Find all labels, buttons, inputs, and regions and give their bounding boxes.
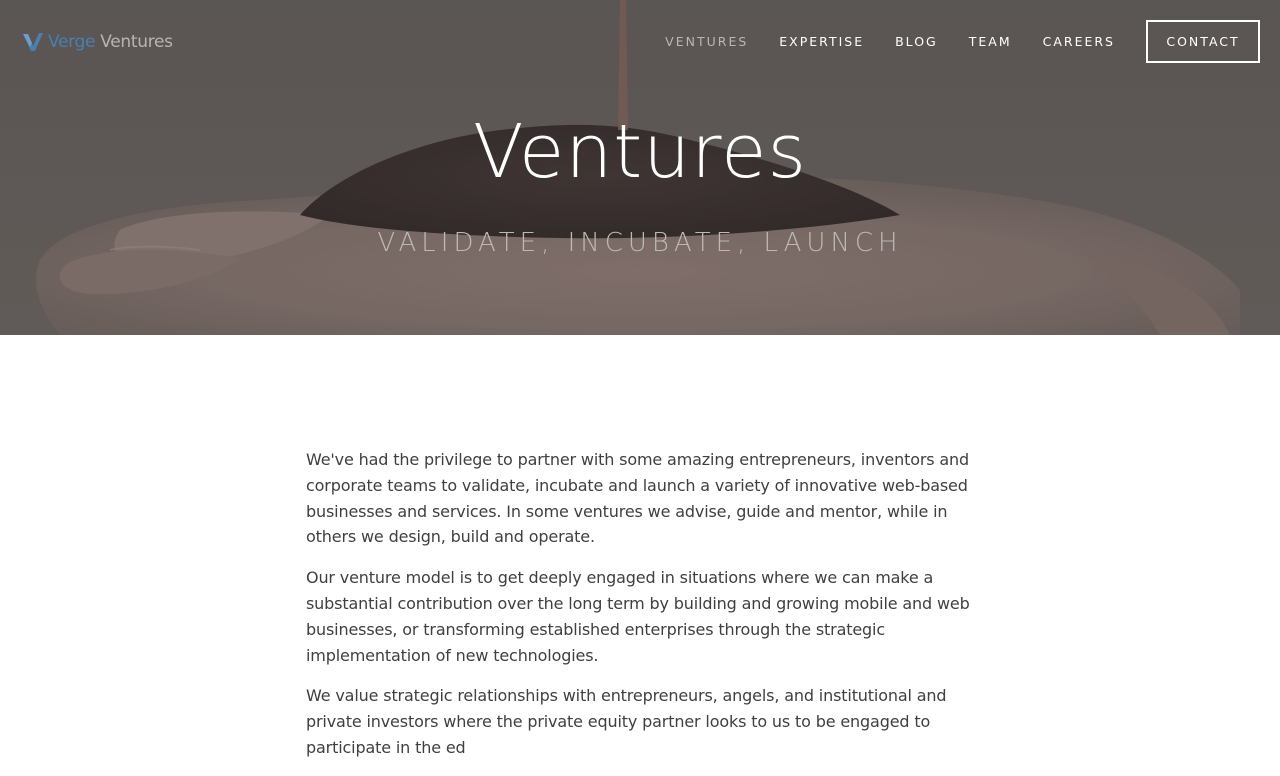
nav-item-expertise[interactable]: EXPERTISE [779,34,864,49]
site-logo[interactable]: Verge Ventures [22,30,173,54]
logo-text-verge: Verge [48,32,96,52]
main-nav: VENTURES EXPERTISE BLOG TEAM CAREERS CON… [665,20,1260,63]
content-paragraph: Our venture model is to get deeply engag… [306,568,970,665]
v-logo-icon [23,33,43,51]
nav-item-team[interactable]: TEAM [969,34,1012,49]
nav-item-ventures[interactable]: VENTURES [665,34,748,49]
content-paragraph: We've had the privilege to partner with … [306,450,970,547]
contact-button[interactable]: CONTACT [1146,20,1260,63]
page-title: Ventures [472,109,808,195]
nav-item-careers[interactable]: CAREERS [1043,34,1115,49]
main-content: We've had the privilege to partner with … [306,447,974,776]
logo-text-ventures: Ventures [100,32,173,52]
content-paragraph: We value strategic relationships with en… [306,686,947,757]
page-subtitle: VALIDATE, INCUBATE, LAUNCH [377,228,903,258]
hero-banner: Verge Ventures VENTURES EXPERTISE BLOG T… [0,0,1280,335]
nav-item-blog[interactable]: BLOG [895,34,938,49]
